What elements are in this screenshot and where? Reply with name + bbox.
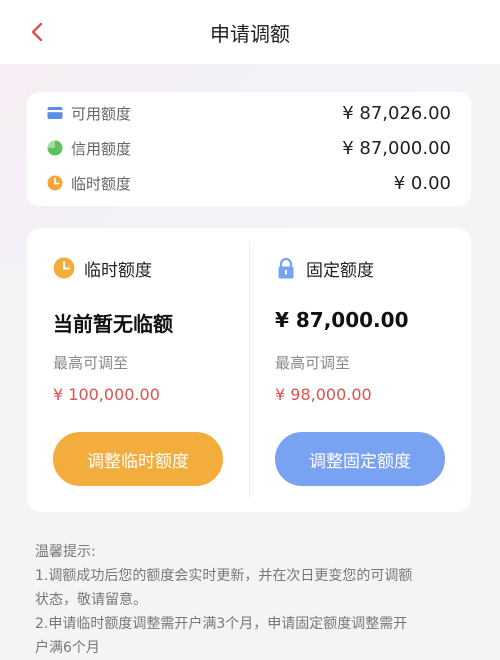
fixed-max-amount: ¥ 98,000.00 xyxy=(275,385,372,404)
clock-icon xyxy=(47,175,63,191)
lock-icon xyxy=(278,257,294,279)
temp-quota-header: 临时额度 xyxy=(53,255,152,281)
temp-quota-row: 临时额度 ¥ 0.00 xyxy=(47,169,451,197)
fixed-max-label: 最高可调至 xyxy=(275,354,351,372)
page-title: 申请调额 xyxy=(210,22,290,46)
card-icon xyxy=(47,105,63,121)
quota-summary-card: 可用额度 ¥ 87,026.00 信用额度 ¥ 87,000.00 临时额度 ¥… xyxy=(27,92,471,206)
credit-quota-row: 信用额度 ¥ 87,000.00 xyxy=(47,134,451,162)
tips-section: 温馨提示: 1.调额成功后您的额度会实时更新，并在次日更变您的可调额 状态，敬请… xyxy=(35,540,475,660)
available-quota-amount: ¥ 87,026.00 xyxy=(342,102,451,124)
adjust-fixed-quota-button[interactable]: 调整固定额度 xyxy=(275,432,445,486)
tips-title: 温馨提示: xyxy=(35,544,96,560)
fixed-quota-amount: ¥ 87,000.00 xyxy=(275,308,409,332)
fixed-quota-column: 固定额度 ¥ 87,000.00 最高可调至 ¥ 98,000.00 调整固定额… xyxy=(249,228,471,512)
clock-icon xyxy=(53,257,75,279)
fixed-quota-title: 固定额度 xyxy=(306,260,374,281)
fixed-quota-header: 固定额度 xyxy=(275,255,374,281)
temp-max-amount: ¥ 100,000.00 xyxy=(53,385,160,404)
available-quota-label: 可用额度 xyxy=(71,104,132,123)
quota-adjust-panel: 临时额度 当前暂无临额 最高可调至 ¥ 100,000.00 调整临时额度 固定… xyxy=(27,228,471,512)
adjust-temp-quota-button[interactable]: 调整临时额度 xyxy=(53,432,223,486)
pie-icon xyxy=(47,140,63,156)
tips-line-2a: 2.申请临时额度调整需开户满3个月，申请固定额度调整需开 xyxy=(35,616,408,632)
available-quota-row: 可用额度 ¥ 87,026.00 xyxy=(47,99,451,127)
temp-quota-title: 临时额度 xyxy=(84,260,152,281)
tips-line-1a: 1.调额成功后您的额度会实时更新，并在次日更变您的可调额 xyxy=(35,568,413,584)
temp-quota-column: 临时额度 当前暂无临额 最高可调至 ¥ 100,000.00 调整临时额度 xyxy=(27,228,249,512)
credit-quota-amount: ¥ 87,000.00 xyxy=(342,137,451,159)
credit-quota-label: 信用额度 xyxy=(71,139,132,158)
temp-max-label: 最高可调至 xyxy=(53,354,129,372)
temp-quota-label: 临时额度 xyxy=(71,174,132,193)
nav-bar: 申请调额 xyxy=(0,0,500,65)
temp-quota-amount: ¥ 0.00 xyxy=(393,172,451,194)
temp-quota-status: 当前暂无临额 xyxy=(53,312,173,336)
tips-line-1b: 状态，敬请留意。 xyxy=(35,592,147,608)
tips-line-2b: 户满6个月 xyxy=(35,640,100,656)
